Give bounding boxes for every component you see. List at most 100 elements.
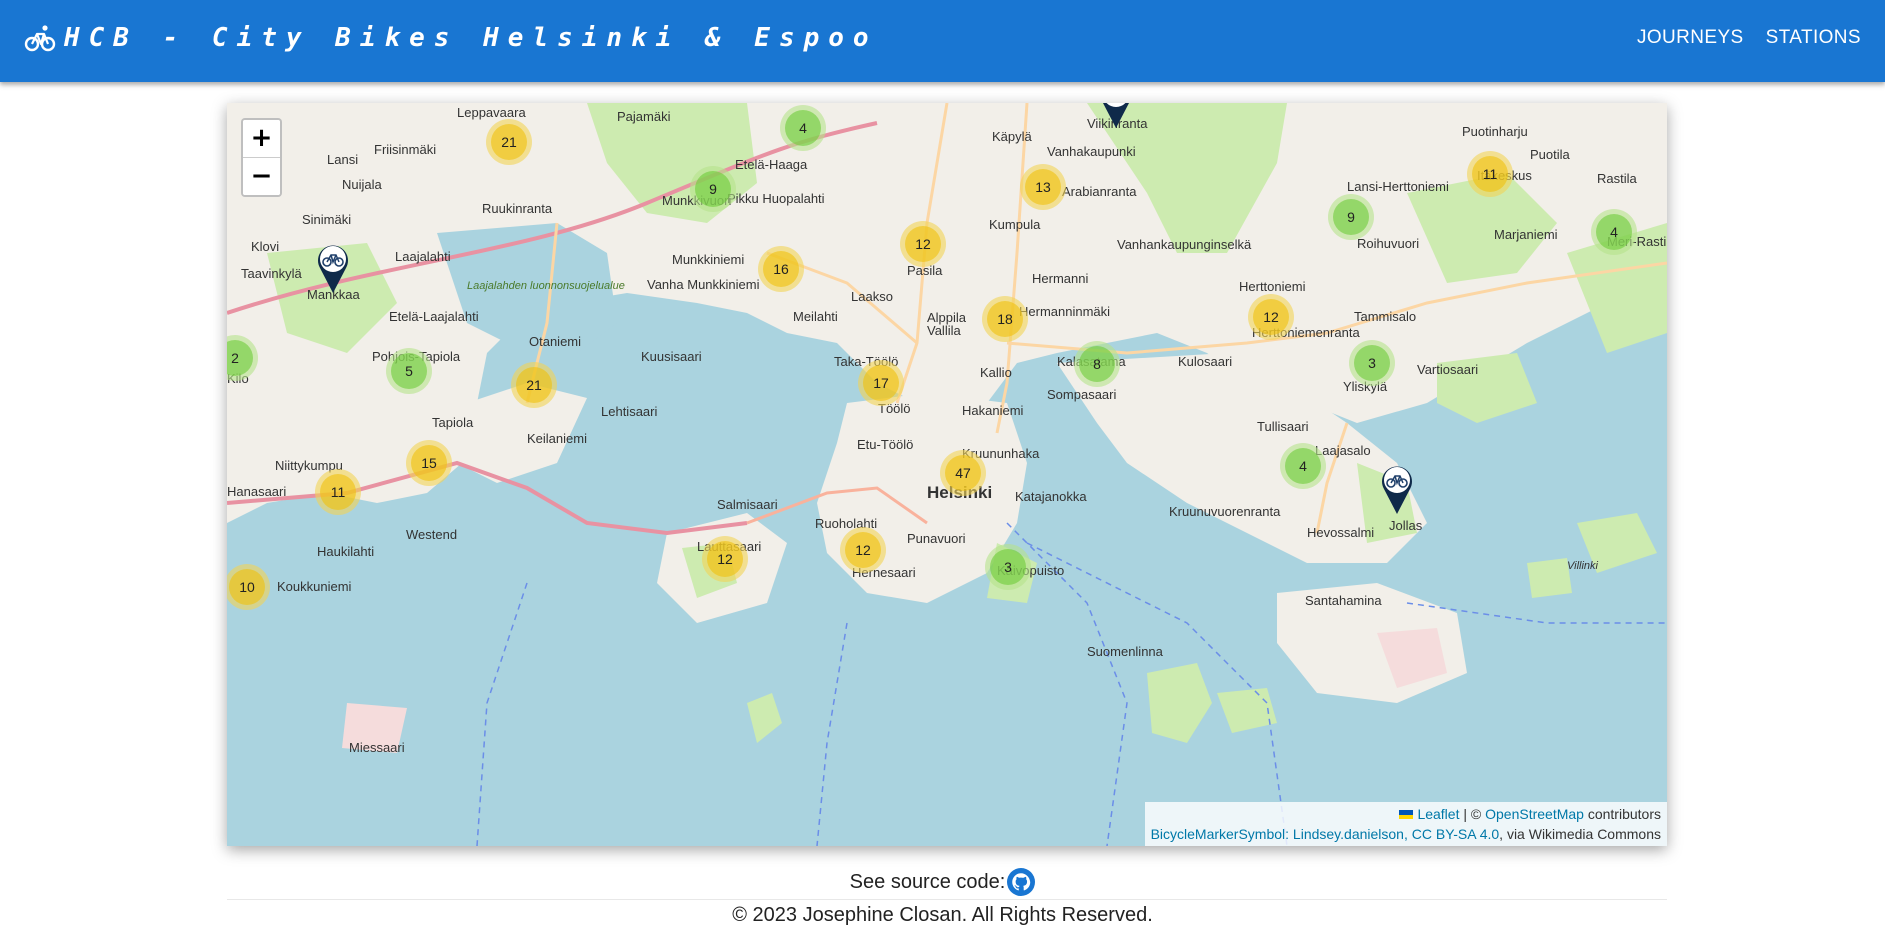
bike-station-marker-icon[interactable] (1099, 103, 1133, 129)
openstreetmap-link[interactable]: OpenStreetMap (1485, 806, 1584, 822)
station-cluster[interactable]: 21 (511, 362, 557, 408)
station-cluster[interactable]: 11 (315, 469, 361, 515)
place-label: Roihuvuori (1357, 236, 1419, 251)
cluster-count: 9 (695, 171, 731, 207)
station-cluster[interactable]: 12 (840, 527, 886, 573)
station-cluster[interactable]: 13 (1020, 164, 1066, 210)
nav-stations-button[interactable]: STATIONS (1764, 25, 1863, 51)
place-label: Westend (406, 527, 457, 542)
place-label: Klovi (251, 239, 279, 254)
source-code-line: See source code: (0, 868, 1885, 896)
place-label: Käpylä (992, 129, 1033, 144)
place-label: Hakaniemi (962, 403, 1024, 418)
station-cluster[interactable]: 16 (758, 246, 804, 292)
nav-journeys-button[interactable]: JOURNEYS (1635, 25, 1746, 51)
zoom-control: + − (241, 118, 282, 197)
place-label: Punavuori (907, 531, 966, 546)
place-label: Koukkuniemi (277, 579, 352, 594)
bike-station-marker-icon[interactable] (1380, 463, 1414, 515)
brand: HCB - City Bikes Helsinki & Espoo (24, 22, 878, 54)
place-label: Hanasaari (227, 484, 286, 499)
map-attribution: Leaflet | © OpenStreetMap contributors B… (1144, 802, 1667, 846)
place-label: Vanhankaupunginselkä (1117, 237, 1252, 252)
nav-menu: JOURNEYS STATIONS (1635, 25, 1863, 51)
station-cluster[interactable]: 4 (1591, 209, 1637, 255)
place-label: Etu-Töölö (857, 437, 913, 452)
station-cluster[interactable]: 9 (690, 166, 736, 212)
place-label: Munkkiniemi (672, 252, 744, 267)
place-label: Leppavaara (457, 105, 526, 120)
cluster-count: 3 (1354, 345, 1390, 381)
cluster-count: 12 (1253, 299, 1289, 335)
station-cluster[interactable]: 21 (486, 119, 532, 165)
station-cluster[interactable]: 18 (982, 296, 1028, 342)
cluster-count: 5 (391, 353, 427, 389)
station-cluster[interactable]: 12 (702, 536, 748, 582)
ukraine-flag-icon (1399, 810, 1414, 819)
cluster-count: 12 (905, 226, 941, 262)
cluster-count: 10 (229, 569, 265, 605)
place-label: Vallila (927, 323, 961, 338)
place-label: Kuusisaari (641, 349, 702, 364)
station-cluster[interactable]: 12 (900, 221, 946, 267)
cluster-count: 12 (845, 532, 881, 568)
place-label: Otaniemi (529, 334, 581, 349)
github-icon[interactable] (1007, 868, 1036, 896)
place-label: Pikku Huopalahti (727, 191, 825, 206)
place-label: Puotinharju (1462, 124, 1528, 139)
station-cluster[interactable]: 4 (780, 105, 826, 151)
bike-station-marker-icon[interactable] (316, 242, 350, 294)
station-cluster[interactable]: 3 (985, 544, 1031, 590)
cluster-count: 3 (990, 549, 1026, 585)
place-label: Hermanninmäki (1019, 304, 1110, 319)
leaflet-link[interactable]: Leaflet (1417, 806, 1459, 822)
stations-map[interactable]: Leppavaara Pajamäki Käpylä Vanhakaupunki… (227, 103, 1667, 846)
place-label: Villinki (1567, 560, 1599, 572)
place-label: Kumpula (989, 217, 1041, 232)
place-label: Laakso (851, 289, 893, 304)
place-label: Suomenlinna (1087, 644, 1164, 659)
station-cluster[interactable]: 47 (940, 450, 986, 496)
place-label: Haukilahti (317, 544, 374, 559)
station-cluster[interactable]: 3 (1349, 340, 1395, 386)
place-label: Keilaniemi (527, 431, 587, 446)
station-cluster[interactable]: 8 (1074, 341, 1120, 387)
zoom-out-button[interactable]: − (243, 157, 280, 195)
cluster-count: 21 (516, 367, 552, 403)
place-label: Lansi-Herttoniemi (1347, 179, 1449, 194)
place-label: Meilahti (793, 309, 838, 324)
station-cluster[interactable]: 15 (406, 440, 452, 486)
place-label: Taavinkylä (241, 266, 302, 281)
place-label: Hermanni (1032, 271, 1088, 286)
place-label: Sinimäki (302, 212, 351, 227)
place-label: Kulosaari (1178, 354, 1232, 369)
bicycle-icon (24, 25, 56, 52)
bicycle-marker-symbol-link[interactable]: BicycleMarkerSymbol: Lindsey.danielson, … (1151, 826, 1500, 842)
copyright-text: © 2023 Josephine Closan. All Rights Rese… (732, 904, 1153, 926)
station-cluster[interactable]: 11 (1467, 151, 1513, 197)
attribution-contributors: contributors (1583, 806, 1661, 822)
cluster-count: 11 (320, 474, 356, 510)
place-label: Tullisaari (1257, 419, 1309, 434)
zoom-in-button[interactable]: + (243, 120, 280, 157)
place-label: Laajalahden luonnonsuojelualue (467, 280, 625, 292)
station-cluster[interactable]: 17 (858, 360, 904, 406)
cluster-count: 16 (763, 251, 799, 287)
place-label: Rastila (1597, 171, 1638, 186)
attribution-separator: | © (1459, 806, 1486, 822)
place-label: Herttoniemi (1239, 279, 1306, 294)
place-label: Laajalahti (395, 249, 451, 264)
place-label: Miessaari (349, 740, 405, 755)
station-cluster[interactable]: 12 (1248, 294, 1294, 340)
cluster-count: 4 (1596, 214, 1632, 250)
station-cluster[interactable]: 9 (1328, 194, 1374, 240)
cluster-count: 4 (1285, 448, 1321, 484)
place-label: Jollas (1389, 518, 1423, 533)
source-code-label: See source code: (849, 871, 1006, 893)
station-cluster[interactable]: 4 (1280, 443, 1326, 489)
place-label: Arabianranta (1062, 184, 1137, 199)
place-label: Vartiosaari (1417, 362, 1478, 377)
station-cluster[interactable]: 5 (386, 348, 432, 394)
cluster-count: 15 (411, 445, 447, 481)
cluster-count: 17 (863, 365, 899, 401)
